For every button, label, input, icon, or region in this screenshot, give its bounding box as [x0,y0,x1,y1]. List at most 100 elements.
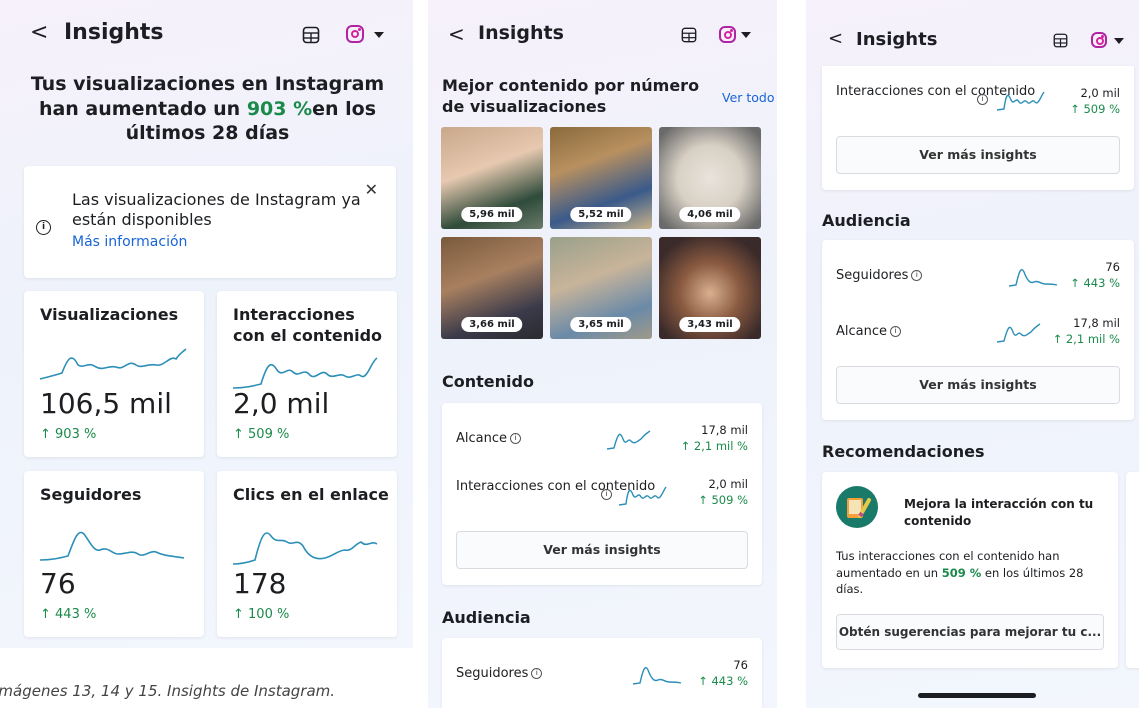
back-chevron-icon[interactable]: < [448,24,465,44]
metric-label: Clics en el enlace [233,485,389,504]
info-icon: i [531,668,543,679]
metric-card-interactions[interactable]: Interacciones con el contenido 2,0 mil ↑… [217,291,397,457]
content-section-title: Contenido [442,372,534,391]
content-thumbnail[interactable]: 4,06 mil [659,127,761,229]
audience-section-title: Audiencia [442,608,531,627]
reach-row[interactable]: Alcance i 17,8 mil ↑ 2,1 mil % [836,314,1120,354]
reach-sparkline [996,323,1041,343]
reach-sparkline [606,430,651,450]
instagram-icon[interactable] [719,26,736,43]
metric-delta: ↑ 2,1 mil % [680,438,748,453]
table-icon[interactable] [681,27,697,43]
metric-values: 17,8 mil ↑ 2,1 mil % [1053,316,1120,347]
notice-text: Las visualizaciones de Instagram ya está… [72,190,361,229]
content-thumbnail[interactable]: 3,65 mil [550,237,652,339]
caret-down-icon[interactable] [1114,38,1124,44]
metric-label: Seguidores [40,485,142,504]
followers-row[interactable]: Seguidores i 76 ↑ 443 % [456,658,748,698]
best-content-title: Mejor contenido por número de visualizac… [442,76,700,116]
info-icon: i [510,433,522,444]
interactions-row[interactable]: Interacciones con el contenido i 2,0 mil… [456,477,748,517]
table-icon[interactable] [1053,33,1068,48]
views-badge: 4,06 mil [679,207,741,222]
see-all-link[interactable]: Ver todo [722,90,775,105]
metric-card-views[interactable]: Visualizaciones 106,5 mil ↑ 903 % [24,291,204,457]
insights-content-screen: < Insights Mejor contenido por número de… [428,0,777,708]
metric-label: Interacciones con el contenido [233,305,383,345]
content-thumbnail[interactable]: 5,52 mil [550,127,652,229]
metric-values: 76 ↑ 443 % [1070,260,1120,291]
content-thumbnail[interactable]: 3,66 mil [441,237,543,339]
metric-label: Alcance i [836,324,902,341]
info-icon: i [36,220,51,235]
audience-card: Seguidores i 76 ↑ 443 % [442,638,762,708]
headline-percent: 903 % [246,97,313,120]
metric-card-link-clicks[interactable]: Clics en el enlace 178 ↑ 100 % [217,471,397,637]
top-bar: < Insights [428,0,777,64]
followers-sparkline [632,666,682,685]
metric-value: 17,8 mil [701,423,748,437]
caret-down-icon[interactable] [374,32,384,38]
metric-delta: ↑ 443 % [40,607,97,622]
page-title: Insights [64,20,164,45]
recommendation-title: Mejora la interacción con tu contenido [904,497,1094,528]
reco-body-percent: 509 % [941,565,982,580]
more-info-link[interactable]: Más información [72,234,187,250]
metric-values: 2,0 mil ↑ 509 % [698,477,748,508]
info-icon: i [977,94,988,105]
interactions-sparkline [618,486,667,506]
next-recommendation-card-peek[interactable] [1126,472,1139,668]
close-icon[interactable]: ✕ [365,180,378,199]
metric-delta: ↑ 2,1 mil % [1052,331,1120,346]
metric-value: 17,8 mil [1073,316,1120,330]
back-chevron-icon[interactable]: < [828,30,843,48]
metric-card-followers[interactable]: Seguidores 76 ↑ 443 % [24,471,204,637]
see-more-insights-button[interactable]: Ver más insights [836,366,1120,404]
followers-sparkline [39,531,185,561]
recommendation-body: Tus interacciones con el contenido han a… [836,548,1108,598]
reach-label: Alcance [836,324,888,339]
metric-values: 17,8 mil ↑ 2,1 mil % [681,423,748,454]
see-more-insights-button[interactable]: Ver más insights [456,531,748,569]
top-bar: < Insights [0,0,413,64]
interactions-row[interactable]: Interacciones con el contenido i 2,0 mil… [836,82,1120,122]
metric-value: 2,0 mil [1080,86,1120,100]
content-thumbnail[interactable]: 3,43 mil [659,237,761,339]
views-badge: 5,96 mil [461,207,523,222]
metric-label: Seguidores i [836,268,923,285]
reach-row[interactable]: Alcance i 17,8 mil ↑ 2,1 mil % [456,423,748,463]
followers-row[interactable]: Seguidores i 76 ↑ 443 % [836,258,1120,298]
metric-value: 2,0 mil [708,477,748,491]
info-icon: i [601,489,612,500]
insights-audience-screen: < Insights Interacciones con el contenid… [806,0,1139,708]
metric-delta: ↑ 443 % [698,673,748,688]
info-icon: i [911,270,923,281]
content-thumbnail[interactable]: 5,96 mil [441,127,543,229]
info-icon: i [890,326,902,337]
metric-delta: ↑ 903 % [40,427,97,442]
audience-section-title: Audiencia [822,211,911,230]
page-title: Insights [478,22,564,44]
metric-value: 106,5 mil [40,387,172,420]
back-chevron-icon[interactable]: < [30,22,48,44]
instagram-icon[interactable] [1091,32,1107,48]
see-more-insights-button[interactable]: Ver más insights [836,136,1120,174]
recommendation-card[interactable]: Mejora la interacción con tu contenido T… [822,472,1118,668]
instagram-icon[interactable] [346,25,364,43]
views-badge: 3,65 mil [570,317,632,332]
metric-value: 76 [40,567,76,600]
metric-values: 2,0 mil ↑ 509 % [1070,86,1120,117]
page-title: Insights [856,29,938,50]
metric-delta: ↑ 509 % [698,492,748,507]
reach-label: Alcance [456,431,508,446]
recommendations-section-title: Recomendaciones [822,442,985,461]
get-suggestions-button[interactable]: Obtén sugerencias para mejorar tu c... [836,614,1104,650]
views-badge: 3,43 mil [679,317,741,332]
metric-label: Alcance i [456,431,522,448]
table-icon[interactable] [302,26,320,44]
notice-card: i Las visualizaciones de Instagram ya es… [24,166,396,278]
followers-label: Seguidores [836,268,909,283]
insights-overview-screen: < Insights Tus visualizaciones en Instag… [0,0,413,648]
caret-down-icon[interactable] [741,32,751,38]
metric-delta: ↑ 443 % [1070,275,1120,290]
